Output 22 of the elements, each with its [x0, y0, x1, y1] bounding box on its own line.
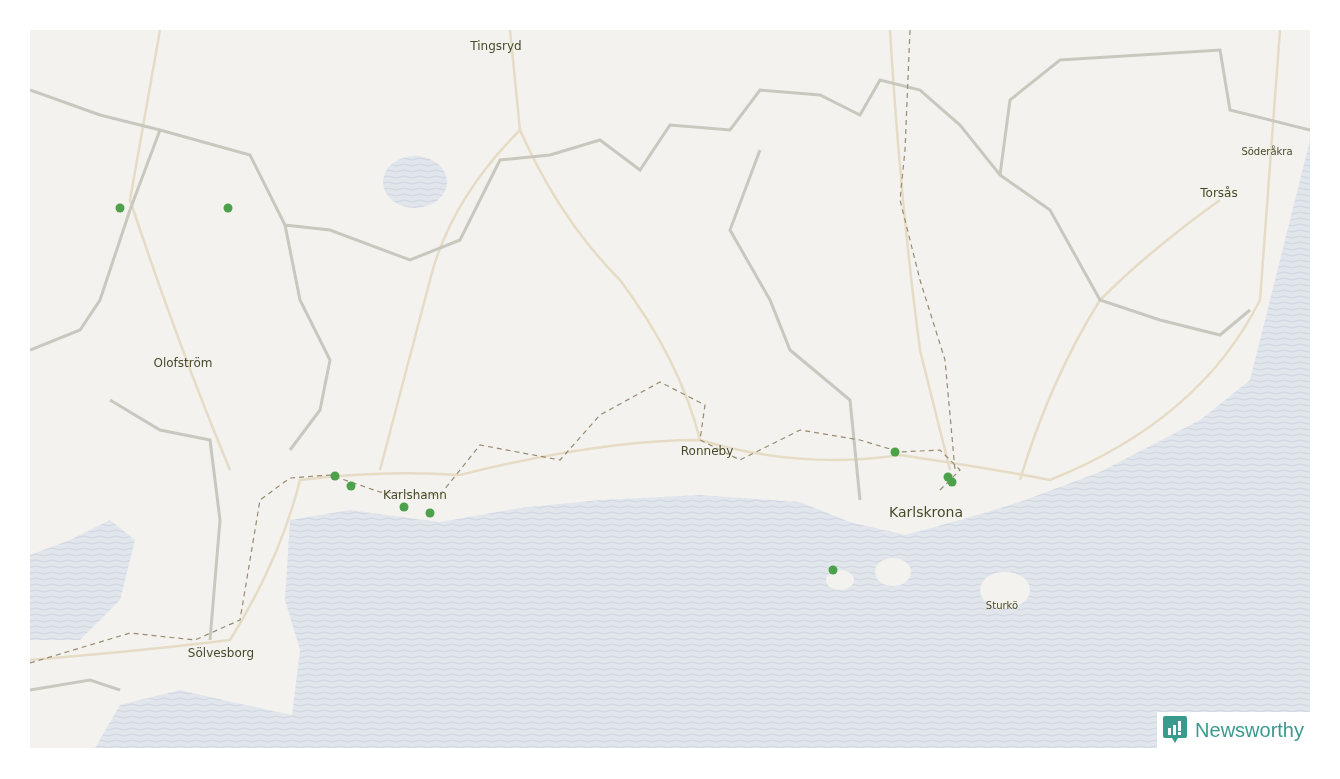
- logo-text: Newsworthy: [1195, 718, 1304, 742]
- place-label: Ronneby: [680, 444, 734, 458]
- place-label: Tingsryd: [470, 39, 522, 53]
- location-marker[interactable]: [330, 471, 340, 481]
- lake: [383, 156, 447, 208]
- place-label: Olofström: [153, 356, 213, 370]
- location-marker[interactable]: [828, 565, 838, 575]
- location-marker[interactable]: [890, 447, 900, 457]
- chart-speech-icon: [1163, 716, 1188, 744]
- place-label: Sturkö: [985, 599, 1019, 611]
- location-marker[interactable]: [115, 203, 125, 213]
- location-marker[interactable]: [346, 481, 356, 491]
- place-label: Torsås: [1200, 186, 1238, 200]
- place-label: Sölvesborg: [187, 646, 255, 660]
- map[interactable]: Tingsryd Söderåkra Torsås Olofström Ronneby Karlshamn Karlskrona Sturkö Sölvesborg Newsworthy: [30, 30, 1310, 748]
- location-marker[interactable]: [399, 502, 409, 512]
- place-label: Söderåkra: [1241, 145, 1293, 157]
- location-marker[interactable]: [425, 508, 435, 518]
- location-marker[interactable]: [947, 477, 957, 487]
- place-label: Karlshamn: [383, 488, 447, 502]
- place-label: Karlskrona: [889, 504, 963, 520]
- location-marker[interactable]: [223, 203, 233, 213]
